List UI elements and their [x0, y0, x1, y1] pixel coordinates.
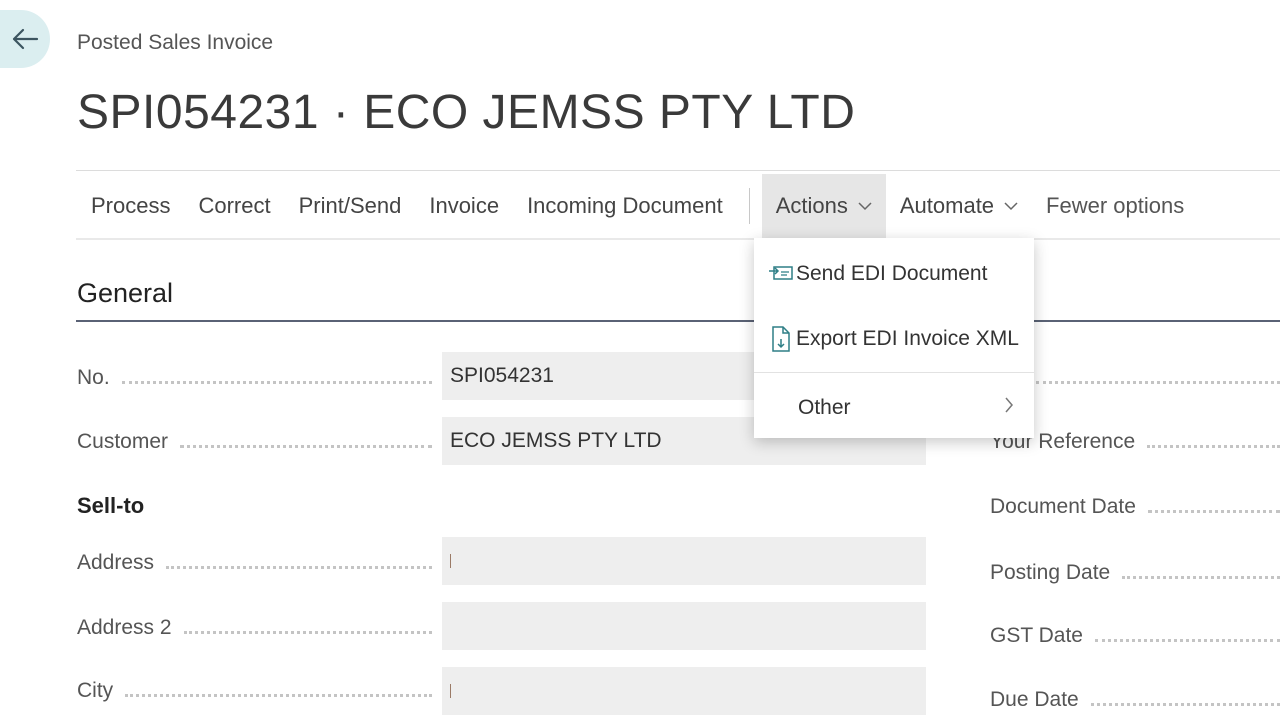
menu-item-export-edi-invoice-xml[interactable]: Export EDI Invoice XML — [754, 311, 1034, 367]
breadcrumb: Posted Sales Invoice — [77, 31, 274, 54]
field-label-address-2: Address 2 — [77, 613, 432, 643]
automate-menu-button[interactable]: Automate — [886, 174, 1032, 238]
action-process[interactable]: Process — [76, 174, 184, 238]
field-label-due-date: Due Date — [990, 685, 1280, 715]
chevron-down-icon — [858, 201, 872, 211]
field-label-customer: Customer — [77, 427, 432, 457]
send-document-icon — [766, 264, 796, 284]
field-label-posting-date: Posting Date — [990, 558, 1280, 588]
field-label-address: Address — [77, 548, 432, 578]
divider — [76, 238, 1280, 240]
action-print-send[interactable]: Print/Send — [285, 174, 416, 238]
menu-divider — [754, 372, 1034, 373]
action-invoice[interactable]: Invoice — [415, 174, 513, 238]
section-divider — [76, 320, 1280, 322]
action-incoming-document[interactable]: Incoming Document — [513, 174, 737, 238]
page-title: SPI054231 · ECO JEMSS PTY LTD — [77, 86, 856, 139]
action-correct[interactable]: Correct — [184, 174, 284, 238]
actions-dropdown: Send EDI Document Export EDI Invoice XML… — [754, 238, 1034, 438]
divider — [76, 170, 1280, 171]
section-title-general[interactable]: General — [77, 278, 173, 309]
field-label-document-date: Document Date — [990, 492, 1280, 522]
arrow-left-icon — [12, 28, 39, 50]
menu-item-other[interactable]: Other — [798, 384, 1014, 432]
action-separator — [748, 188, 750, 224]
sell-to-heading: Sell-to — [77, 493, 145, 518]
field-value-address[interactable] — [442, 537, 926, 585]
field-value-city[interactable] — [442, 667, 926, 715]
chevron-down-icon — [1004, 201, 1018, 211]
fewer-options-button[interactable]: Fewer options — [1032, 174, 1198, 238]
field-label-city: City — [77, 676, 432, 706]
chevron-right-icon — [1004, 396, 1014, 420]
field-value-address-2[interactable] — [442, 602, 926, 650]
action-bar: Process Correct Print/Send Invoice Incom… — [76, 174, 1280, 238]
actions-menu-button[interactable]: Actions — [761, 174, 886, 238]
menu-item-send-edi-document[interactable]: Send EDI Document — [754, 246, 1034, 302]
export-file-icon — [766, 325, 796, 353]
actions-label: Actions — [775, 193, 848, 218]
field-label-no: No. — [77, 363, 432, 393]
back-button[interactable] — [0, 10, 50, 68]
field-label-gst-date: GST Date — [990, 621, 1280, 651]
automate-label: Automate — [899, 193, 995, 218]
